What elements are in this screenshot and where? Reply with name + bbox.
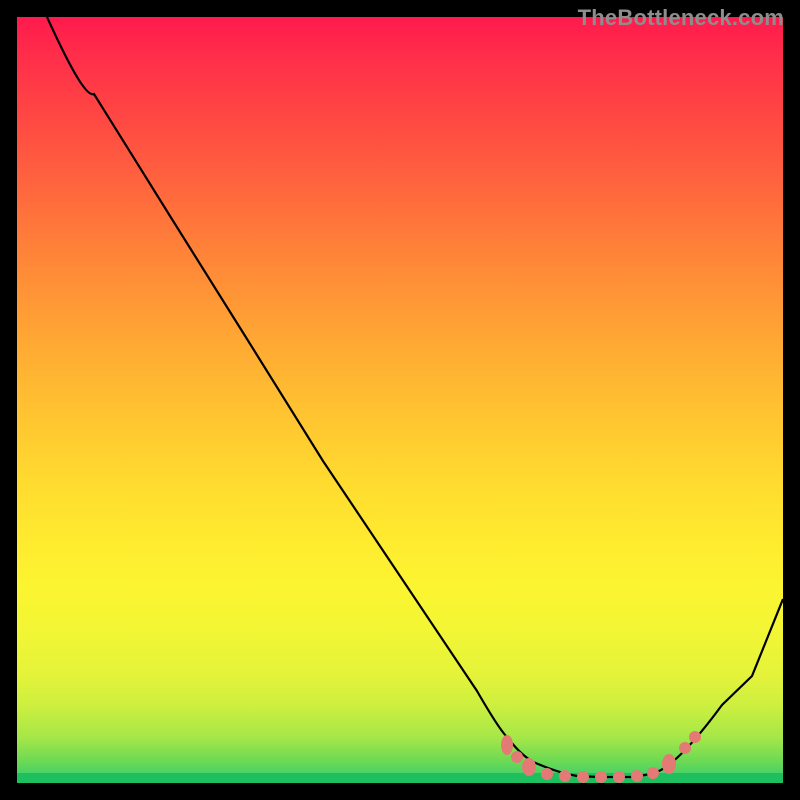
marker-dot xyxy=(511,751,523,763)
marker-dot xyxy=(613,771,625,783)
baseline-strip xyxy=(17,773,783,783)
marker-dot xyxy=(541,768,553,780)
marker-dot xyxy=(631,770,643,782)
marker-dot xyxy=(559,770,571,782)
marker-dot xyxy=(522,758,536,776)
chart-stage: TheBottleneck.com xyxy=(0,0,800,800)
plot-area xyxy=(17,17,783,783)
marker-dot xyxy=(662,754,676,774)
watermark-text: TheBottleneck.com xyxy=(578,5,784,31)
marker-dot xyxy=(595,771,607,783)
marker-dot xyxy=(501,735,513,755)
marker-dot xyxy=(647,767,659,779)
marker-dot xyxy=(689,731,701,743)
bottleneck-curve xyxy=(47,17,783,777)
marker-dot xyxy=(679,742,691,754)
chart-svg xyxy=(17,17,783,783)
marker-dot xyxy=(577,771,589,783)
